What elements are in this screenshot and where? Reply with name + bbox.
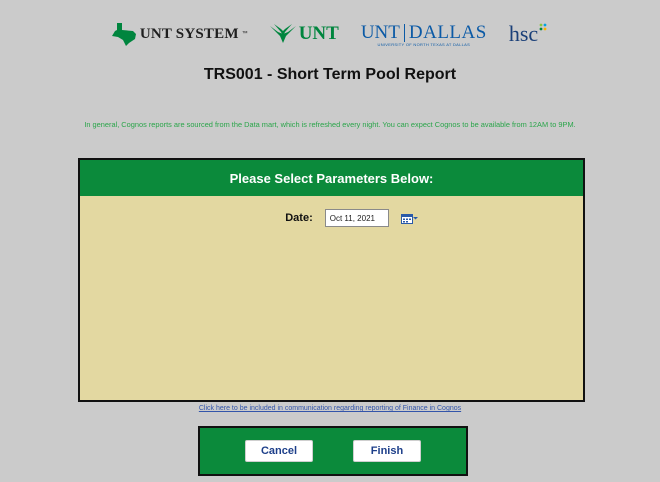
unt-dallas-logo: UNT DALLAS UNIVERSITY OF NORTH TEXAS AT … [361, 22, 487, 47]
hsc-dots-icon [539, 23, 547, 31]
unt-dallas-dallas-text: DALLAS [408, 21, 487, 43]
parameters-panel: Please Select Parameters Below: Date: [78, 158, 585, 402]
panel-heading: Please Select Parameters Below: [80, 160, 583, 196]
logo-divider [403, 23, 405, 42]
unt-dallas-subtitle: UNIVERSITY OF NORTH TEXAS AT DALLAS [377, 41, 471, 47]
unt-text: UNT [298, 23, 339, 44]
calendar-icon [400, 213, 413, 224]
hsc-logo: hsc [509, 21, 549, 47]
logo-bar: UNT SYSTEM ™ UNT UNT DALLAS UNIVERSITY OF… [0, 14, 660, 54]
trademark-mark: ™ [241, 31, 248, 37]
date-parameter-row: Date: [80, 209, 583, 227]
finance-communication-link[interactable]: Click here to be included in communicati… [0, 405, 660, 412]
action-button-bar: Cancel Finish [198, 426, 468, 476]
eagle-icon [269, 24, 296, 43]
calendar-picker-button[interactable] [400, 213, 418, 224]
dropdown-arrow-icon [412, 217, 418, 220]
unt-logo: UNT [269, 23, 339, 45]
hsc-text: hsc [508, 21, 539, 46]
unt-dallas-unt-text: UNT [360, 21, 400, 43]
report-title: TRS001 - Short Term Pool Report [203, 66, 457, 83]
cancel-button[interactable]: Cancel [245, 440, 313, 462]
texas-shape-icon [111, 23, 136, 46]
date-input[interactable] [324, 209, 389, 227]
date-label: Date: [285, 212, 313, 224]
finish-button[interactable]: Finish [353, 440, 421, 462]
unt-system-logo: UNT SYSTEM ™ [111, 22, 248, 46]
unt-system-text: UNT SYSTEM [139, 25, 239, 42]
availability-notice: In general, Cognos reports are sourced f… [84, 120, 576, 129]
